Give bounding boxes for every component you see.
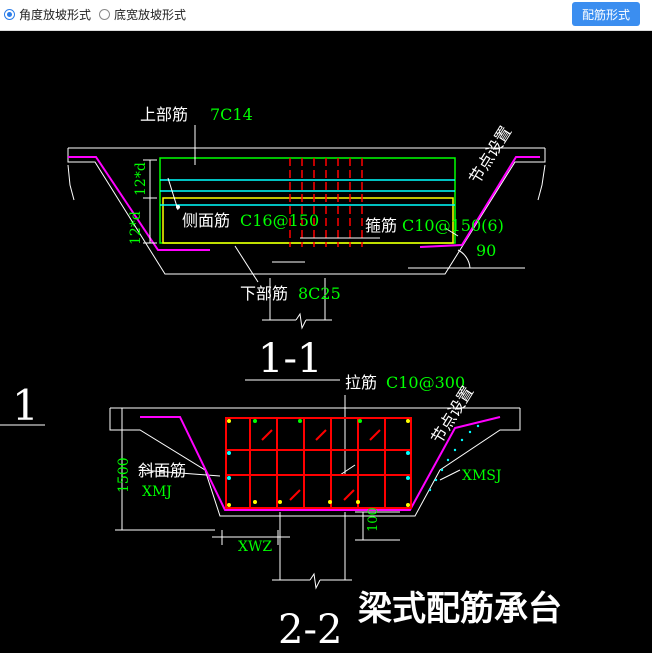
- toolbar: 角度放坡形式 底宽放坡形式 配筋形式: [0, 0, 652, 31]
- radio-angle-slope-label: 角度放坡形式: [19, 7, 92, 22]
- node-setting-2: 节点设置: [427, 383, 477, 447]
- tie-bar-label: 拉筋: [345, 373, 377, 392]
- radio-width-slope-label: 底宽放坡形式: [114, 7, 187, 22]
- side-bar-value: C16@150: [240, 211, 319, 230]
- dim-left-lower: 12*d: [128, 211, 144, 245]
- section-2-rebar-cage: [225, 417, 412, 509]
- angle-value: 90: [476, 241, 496, 260]
- rebar-form-button[interactable]: 配筋形式: [572, 2, 640, 26]
- side-bar-label: 侧面筋: [182, 211, 230, 230]
- xmsj-label: XMSJ: [462, 468, 502, 484]
- section-1-stirrups: [289, 158, 363, 247]
- main-title: 梁式配筋承台: [358, 589, 562, 629]
- cad-drawing: 上部筋 7C14 12*d 12*d 侧面筋 C16@150 箍筋 C10@15…: [0, 105, 562, 653]
- section-1-leaders: [143, 125, 459, 283]
- xwz-label: XWZ: [238, 539, 272, 555]
- node-setting-1: 节点设置: [465, 123, 515, 187]
- stirrup-value: C10@150(6): [402, 216, 504, 235]
- section-1-title: 1-1: [258, 336, 322, 382]
- dim-100: 100: [366, 507, 381, 532]
- bottom-bar-value: 8C25: [298, 284, 341, 303]
- section-2-bar-dots: [227, 419, 410, 507]
- top-bar-value: 7C14: [210, 105, 253, 124]
- side-mark: 1: [12, 381, 39, 430]
- tie-bar-value: C10@300: [386, 373, 465, 392]
- section-2-title: 2-2: [278, 607, 342, 653]
- radio-circle-checked-icon[interactable]: [4, 8, 15, 20]
- slope-bar-label: 斜面筋: [138, 461, 186, 480]
- slope-bar-value: XMJ: [142, 484, 172, 500]
- radio-angle-slope[interactable]: 角度放坡形式: [4, 5, 91, 23]
- radio-circle-icon[interactable]: [99, 8, 110, 20]
- radio-width-slope[interactable]: 底宽放坡形式: [99, 5, 186, 23]
- dim-left-upper: 12*d: [133, 162, 149, 196]
- stirrup-label: 箍筋: [365, 216, 397, 235]
- top-bar-label: 上部筋: [140, 105, 188, 124]
- height-dim: 1500: [116, 457, 132, 493]
- bottom-bar-label: 下部筋: [240, 284, 288, 303]
